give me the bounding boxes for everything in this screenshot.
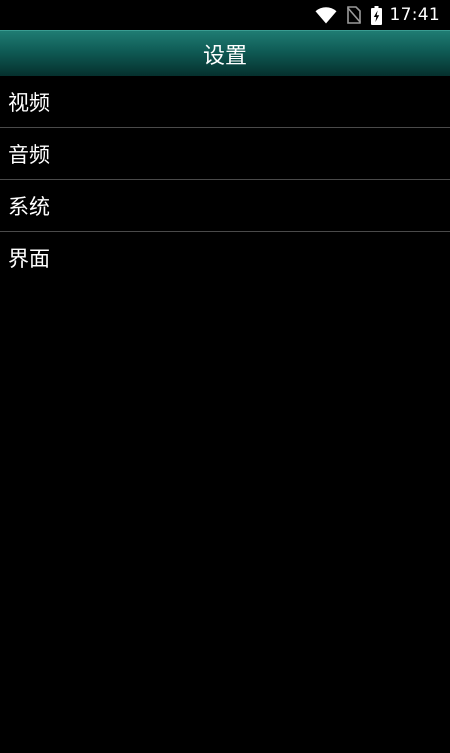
menu-item-label: 系统 [8, 194, 50, 219]
no-sim-icon [346, 6, 361, 24]
status-icons: 17:41 [315, 0, 441, 30]
menu-item-interface[interactable]: 界面 [0, 232, 450, 284]
battery-charging-icon [370, 5, 382, 25]
menu-item-label: 界面 [8, 247, 50, 271]
settings-menu-list: 视频 音频 系统 界面 [0, 76, 450, 284]
page-title: 设置 [202, 43, 247, 69]
status-clock: 17:41 [389, 5, 440, 25]
menu-item-video[interactable]: 视频 [0, 76, 450, 128]
menu-item-system[interactable]: 系统 [0, 180, 450, 232]
menu-item-label: 视频 [8, 90, 50, 115]
menu-item-audio[interactable]: 音频 [0, 128, 450, 180]
wifi-icon [315, 6, 337, 24]
menu-item-label: 音频 [8, 142, 50, 167]
settings-screen: 17:41 设置 视频 音频 系统 界面 [0, 0, 450, 753]
status-bar: 17:41 [0, 0, 450, 30]
title-bar: 设置 [0, 30, 450, 76]
